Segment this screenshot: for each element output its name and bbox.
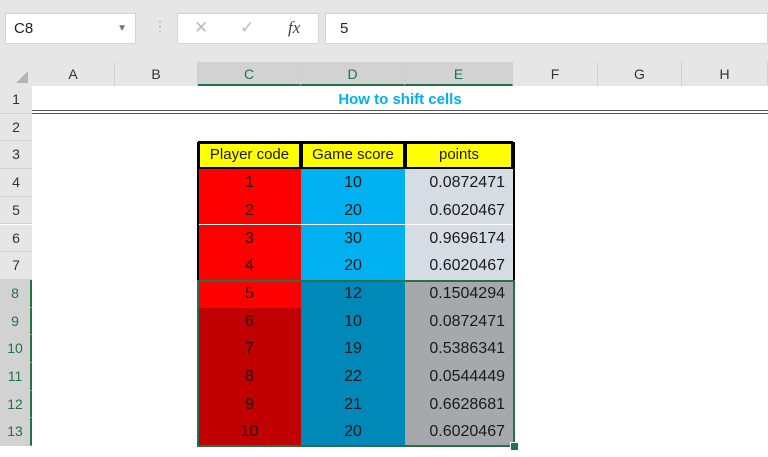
table-cell[interactable]: 2: [198, 196, 301, 225]
table-cell[interactable]: 4: [198, 252, 301, 280]
row-header-13[interactable]: 13: [0, 418, 32, 447]
table-cell[interactable]: 20: [301, 252, 405, 280]
name-box[interactable]: C8 ▼: [5, 13, 136, 44]
enter-icon[interactable]: ✓: [240, 18, 254, 38]
table-cell[interactable]: 0.0872471: [405, 169, 513, 197]
row-header-4[interactable]: 4: [0, 169, 32, 197]
row-header-12[interactable]: 12: [0, 390, 32, 419]
table-cell[interactable]: 0.6020467: [405, 418, 513, 447]
row-header-3[interactable]: 3: [0, 141, 32, 170]
drag-handle-icon[interactable]: ⋮: [153, 18, 167, 35]
table-cell[interactable]: 5: [198, 279, 301, 308]
table-cell[interactable]: 0.0872471: [405, 307, 513, 336]
table-cell[interactable]: 0.6020467: [405, 196, 513, 225]
table-cell[interactable]: 1: [198, 169, 301, 197]
fill-handle[interactable]: [510, 442, 519, 451]
table-cell[interactable]: 12: [301, 279, 405, 308]
table-cell[interactable]: 0.5386341: [405, 335, 513, 363]
row-header-10[interactable]: 10: [0, 335, 32, 363]
table-cell[interactable]: 10: [198, 418, 301, 447]
table-cell[interactable]: 3: [198, 224, 301, 253]
column-header-h[interactable]: H: [682, 62, 768, 86]
table-header-cell[interactable]: Player code: [198, 141, 301, 170]
table-cell[interactable]: 0.0544449: [405, 363, 513, 391]
row-header-1[interactable]: 1: [0, 86, 32, 114]
table-cell[interactable]: 30: [301, 224, 405, 253]
table-cell[interactable]: 21: [301, 390, 405, 419]
row-header-8[interactable]: 8: [0, 279, 32, 308]
table-cell[interactable]: 22: [301, 363, 405, 391]
column-header-f[interactable]: F: [513, 62, 598, 86]
table-cell[interactable]: 8: [198, 363, 301, 391]
column-header-a[interactable]: A: [32, 62, 115, 86]
column-header-c[interactable]: C: [198, 62, 301, 86]
select-all-button[interactable]: [0, 62, 32, 86]
row-header-7[interactable]: 7: [0, 252, 32, 280]
row-header-2[interactable]: 2: [0, 113, 32, 142]
row-header-9[interactable]: 9: [0, 307, 32, 336]
table-cell[interactable]: 10: [301, 169, 405, 197]
row-header-11[interactable]: 11: [0, 363, 32, 391]
table-cell[interactable]: 6: [198, 307, 301, 336]
table-header-cell[interactable]: points: [405, 141, 513, 170]
row-header-6[interactable]: 6: [0, 224, 32, 253]
column-header-e[interactable]: E: [405, 62, 513, 86]
name-box-value: C8: [14, 20, 34, 37]
formula-input[interactable]: 5: [325, 13, 768, 44]
formula-buttons: ✕ ✓ fx: [177, 13, 319, 44]
table-cell[interactable]: 19: [301, 335, 405, 363]
chevron-down-icon[interactable]: ▼: [117, 14, 127, 43]
table-cell[interactable]: 10: [301, 307, 405, 336]
column-header-g[interactable]: G: [598, 62, 682, 86]
sheet-title: How to shift cells: [32, 86, 768, 114]
table-header-cell[interactable]: Game score: [301, 141, 405, 170]
table-cell[interactable]: 0.9696174: [405, 224, 513, 253]
column-header-b[interactable]: B: [115, 62, 198, 86]
cancel-icon[interactable]: ✕: [194, 18, 208, 38]
table-cell[interactable]: 0.6020467: [405, 252, 513, 280]
table-cell[interactable]: 0.6628681: [405, 390, 513, 419]
column-header-d[interactable]: D: [301, 62, 405, 86]
row-header-5[interactable]: 5: [0, 196, 32, 225]
table-cell[interactable]: 0.1504294: [405, 279, 513, 308]
table-cell[interactable]: 9: [198, 390, 301, 419]
table-cell[interactable]: 20: [301, 418, 405, 447]
fx-icon[interactable]: fx: [288, 18, 300, 38]
table-cell[interactable]: 20: [301, 196, 405, 225]
table-cell[interactable]: 7: [198, 335, 301, 363]
